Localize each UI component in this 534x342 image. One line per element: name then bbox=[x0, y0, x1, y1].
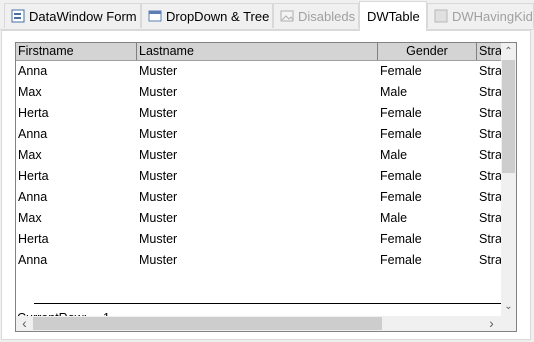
table-row[interactable]: Max Muster Male Stra bbox=[16, 208, 502, 229]
table-cell[interactable]: Male bbox=[378, 208, 407, 229]
table-cell[interactable]: Muster bbox=[137, 103, 177, 124]
scrollbar-corner bbox=[501, 316, 516, 331]
table-cell[interactable]: Stra bbox=[477, 82, 502, 103]
horizontal-scrollbar[interactable]: ‹ › bbox=[16, 316, 501, 331]
table-cell[interactable]: Female bbox=[378, 250, 422, 271]
table-cell[interactable]: Muster bbox=[137, 166, 177, 187]
table-row[interactable]: Max Muster Male Stra bbox=[16, 145, 502, 166]
table-header: Firstname Lastname Gender Stra bbox=[16, 43, 502, 61]
table-row[interactable]: Max Muster Male Stra bbox=[16, 82, 502, 103]
table-row[interactable]: Anna Muster Female Stra bbox=[16, 250, 502, 271]
table-cell[interactable]: Stra bbox=[477, 208, 502, 229]
table-cell[interactable]: Muster bbox=[137, 61, 177, 82]
table-cell[interactable]: Muster bbox=[137, 124, 177, 145]
tab-disableds[interactable]: Disableds bbox=[273, 3, 359, 28]
table-cell[interactable]: Female bbox=[378, 166, 422, 187]
tab-label: DWTable bbox=[367, 9, 420, 24]
table-cell[interactable]: Muster bbox=[137, 187, 177, 208]
scroll-left-icon[interactable]: ‹ bbox=[17, 316, 32, 331]
table-cell[interactable]: Stra bbox=[477, 145, 502, 166]
table-cell[interactable]: Male bbox=[378, 145, 407, 166]
tab-label: DropDown & Tree bbox=[166, 8, 270, 24]
tab-label: DataWindow Form bbox=[29, 8, 137, 24]
table-cell[interactable]: Max bbox=[16, 82, 42, 103]
tab-dwhavingkid[interactable]: DWHavingKid bbox=[427, 3, 534, 28]
table-cell[interactable]: Muster bbox=[137, 229, 177, 250]
table-cell[interactable]: Stra bbox=[477, 229, 502, 250]
scroll-down-icon[interactable]: ⌄ bbox=[501, 299, 516, 314]
table-row[interactable]: Herta Muster Female Stra bbox=[16, 166, 502, 187]
table-cell[interactable]: Female bbox=[378, 61, 422, 82]
table-cell[interactable]: Female bbox=[378, 103, 422, 124]
table-cell[interactable]: Stra bbox=[477, 61, 502, 82]
table-row[interactable]: Anna Muster Female Stra bbox=[16, 61, 502, 82]
table-cell[interactable]: Stra bbox=[477, 124, 502, 145]
tab-dropdown-tree[interactable]: DropDown & Tree bbox=[141, 3, 273, 28]
horizontal-scroll-thumb[interactable] bbox=[33, 317, 382, 330]
disabled-image-icon bbox=[280, 9, 294, 23]
scroll-up-icon[interactable]: ⌃ bbox=[501, 44, 516, 59]
table-cell[interactable]: Female bbox=[378, 124, 422, 145]
table-cell[interactable]: Max bbox=[16, 145, 42, 166]
table-cell[interactable]: Male bbox=[378, 82, 407, 103]
tab-label: Disableds bbox=[298, 8, 356, 24]
table-cell[interactable]: Anna bbox=[16, 250, 47, 271]
table-cell[interactable]: Female bbox=[378, 187, 422, 208]
table-cell[interactable]: Anna bbox=[16, 61, 47, 82]
table-cell[interactable]: Herta bbox=[16, 166, 49, 187]
table-row[interactable]: Anna Muster Female Stra bbox=[16, 124, 502, 145]
table-cell[interactable]: Max bbox=[16, 208, 42, 229]
table-cell[interactable]: Stra bbox=[477, 250, 502, 271]
scroll-right-icon[interactable]: › bbox=[484, 316, 499, 331]
form-icon bbox=[11, 9, 25, 23]
table-row[interactable]: Anna Muster Female Stra bbox=[16, 187, 502, 208]
tab-strip: DataWindow Form DropDown & Tree Disabled… bbox=[0, 0, 534, 31]
data-table[interactable]: Firstname Lastname Gender Stra Anna Muste… bbox=[15, 42, 517, 332]
vertical-scroll-thumb[interactable] bbox=[502, 60, 515, 173]
disabled-box-icon bbox=[434, 9, 448, 23]
table-cell[interactable]: Stra bbox=[477, 103, 502, 124]
table-cell[interactable]: Muster bbox=[137, 145, 177, 166]
window-icon bbox=[148, 9, 162, 23]
table-cell[interactable]: Herta bbox=[16, 229, 49, 250]
table-cell[interactable]: Muster bbox=[137, 208, 177, 229]
tab-datawindow-form[interactable]: DataWindow Form bbox=[4, 3, 141, 28]
column-header-firstname[interactable]: Firstname bbox=[16, 43, 137, 60]
column-header-lastname[interactable]: Lastname bbox=[137, 43, 378, 60]
table-cell[interactable]: Stra bbox=[477, 166, 502, 187]
table-row[interactable]: Herta Muster Female Stra bbox=[16, 103, 502, 124]
table-row[interactable]: Herta Muster Female Stra bbox=[16, 229, 502, 250]
table-cell[interactable]: Anna bbox=[16, 187, 47, 208]
tab-dwtable[interactable]: DWTable bbox=[359, 1, 427, 31]
table-cell[interactable]: Female bbox=[378, 229, 422, 250]
table-cell[interactable]: Muster bbox=[137, 250, 177, 271]
tab-label: DWHavingKid bbox=[452, 8, 533, 24]
table-cell[interactable]: Anna bbox=[16, 124, 47, 145]
table-cell[interactable]: Herta bbox=[16, 103, 49, 124]
table-cell[interactable]: Stra bbox=[477, 187, 502, 208]
footer-divider bbox=[34, 303, 501, 304]
vertical-scrollbar[interactable]: ⌃ ⌄ bbox=[501, 43, 516, 316]
column-header-gender[interactable]: Gender bbox=[378, 43, 477, 60]
table-cell[interactable]: Muster bbox=[137, 82, 177, 103]
column-header-street[interactable]: Stra bbox=[477, 43, 502, 60]
